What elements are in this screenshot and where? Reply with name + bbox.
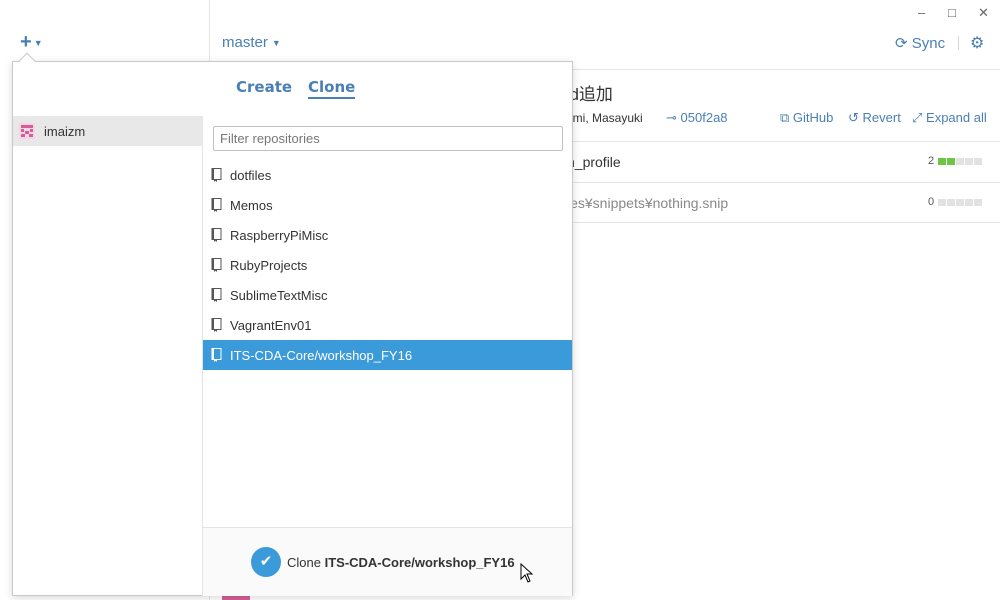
sync-icon: ⟳ bbox=[895, 35, 908, 52]
diffstat-bar bbox=[938, 199, 982, 206]
close-icon[interactable]: ✕ bbox=[978, 5, 989, 21]
repo-icon bbox=[211, 288, 222, 302]
account-item[interactable]: imaizm bbox=[13, 116, 203, 146]
revert-button[interactable]: ↺ Revert bbox=[848, 110, 901, 126]
tab-clone[interactable]: Clone bbox=[308, 78, 356, 99]
change-count: 0 bbox=[928, 196, 935, 208]
commit-sha: 050f2a8 bbox=[680, 110, 728, 125]
avatar bbox=[19, 123, 35, 139]
branch-selector[interactable]: master ▼ bbox=[222, 34, 281, 51]
repo-name: RubyProjects bbox=[230, 258, 308, 273]
revert-icon: ↺ bbox=[848, 110, 859, 125]
changed-file-row[interactable]: sh_profile 2 bbox=[560, 141, 1000, 182]
repo-icon bbox=[211, 318, 222, 332]
github-label: GitHub bbox=[792, 110, 834, 125]
repo-name: ITS-CDA-Core/workshop_FY16 bbox=[230, 348, 413, 363]
revert-label: Revert bbox=[862, 110, 901, 125]
account-name: imaizm bbox=[44, 124, 86, 139]
checkmark-icon[interactable]: ✔ bbox=[251, 547, 281, 577]
plus-icon: + bbox=[20, 31, 32, 53]
repo-name: Memos bbox=[230, 198, 273, 213]
list-item[interactable]: VagrantEnv01 bbox=[203, 310, 572, 340]
change-count: 2 bbox=[928, 155, 935, 167]
repo-icon bbox=[211, 258, 222, 272]
sync-label: Sync bbox=[911, 35, 946, 52]
open-github-button[interactable]: ⧉ GitHub bbox=[780, 110, 833, 126]
filter-repositories-input[interactable] bbox=[213, 126, 563, 151]
toolbar-divider bbox=[958, 36, 959, 50]
repo-icon bbox=[211, 348, 222, 362]
commit-icon: ⊸ bbox=[666, 110, 677, 125]
repo-icon bbox=[211, 198, 222, 212]
expand-all-button[interactable]: ⤢ Expand all bbox=[912, 110, 987, 126]
add-repository-popover: Create Clone imaizm dotfiles Memos bbox=[12, 61, 573, 596]
repo-icon bbox=[211, 168, 222, 182]
list-item-selected[interactable]: ITS-CDA-Core/workshop_FY16 bbox=[203, 340, 572, 370]
repo-name: SublimeTextMisc bbox=[230, 288, 328, 303]
clone-prefix: Clone bbox=[287, 555, 321, 570]
clone-repo-name: ITS-CDA-Core/workshop_FY16 bbox=[324, 555, 515, 570]
add-repository-button[interactable]: + ▼ bbox=[20, 32, 43, 53]
list-item[interactable]: RubyProjects bbox=[203, 250, 572, 280]
branch-name: master bbox=[222, 34, 268, 51]
popover-tabs: Create Clone bbox=[13, 62, 572, 116]
minimize-icon[interactable]: – bbox=[918, 5, 925, 20]
diffstat-bar bbox=[938, 158, 982, 165]
account-list: imaizm bbox=[13, 116, 203, 596]
changed-file-row[interactable]: files¥snippets¥nothing.snip 0 bbox=[560, 182, 1000, 223]
list-item[interactable]: Memos bbox=[203, 190, 572, 220]
repo-icon bbox=[211, 228, 222, 242]
external-link-icon: ⧉ bbox=[780, 110, 790, 125]
list-item[interactable]: dotfiles bbox=[203, 160, 572, 190]
file-name: files¥snippets¥nothing.snip bbox=[560, 195, 729, 211]
gear-icon[interactable]: ⚙ bbox=[970, 33, 984, 53]
list-item[interactable]: RaspberryPiMisc bbox=[203, 220, 572, 250]
repository-list: dotfiles Memos RaspberryPiMisc RubyProje… bbox=[203, 160, 572, 370]
repo-name: RaspberryPiMisc bbox=[230, 228, 329, 243]
list-item[interactable]: SublimeTextMisc bbox=[203, 280, 572, 310]
mouse-cursor-icon bbox=[520, 563, 534, 583]
expand-icon: ⤢ bbox=[912, 110, 923, 125]
expand-all-label: Expand all bbox=[926, 110, 987, 125]
repo-name: dotfiles bbox=[230, 168, 272, 183]
sync-button[interactable]: ⟳ Sync bbox=[895, 34, 945, 52]
clone-footer: ✔ Clone ITS-CDA-Core/workshop_FY16 bbox=[203, 527, 572, 596]
clone-button[interactable]: Clone ITS-CDA-Core/workshop_FY16 bbox=[287, 555, 515, 570]
chevron-down-icon: ▼ bbox=[33, 37, 43, 48]
repo-name: VagrantEnv01 bbox=[230, 318, 312, 333]
tab-create[interactable]: Create bbox=[236, 78, 292, 96]
commit-sha-link[interactable]: ⊸ 050f2a8 bbox=[666, 110, 728, 126]
chevron-down-icon: ▼ bbox=[271, 38, 281, 49]
maximize-icon[interactable]: □ bbox=[948, 5, 956, 20]
